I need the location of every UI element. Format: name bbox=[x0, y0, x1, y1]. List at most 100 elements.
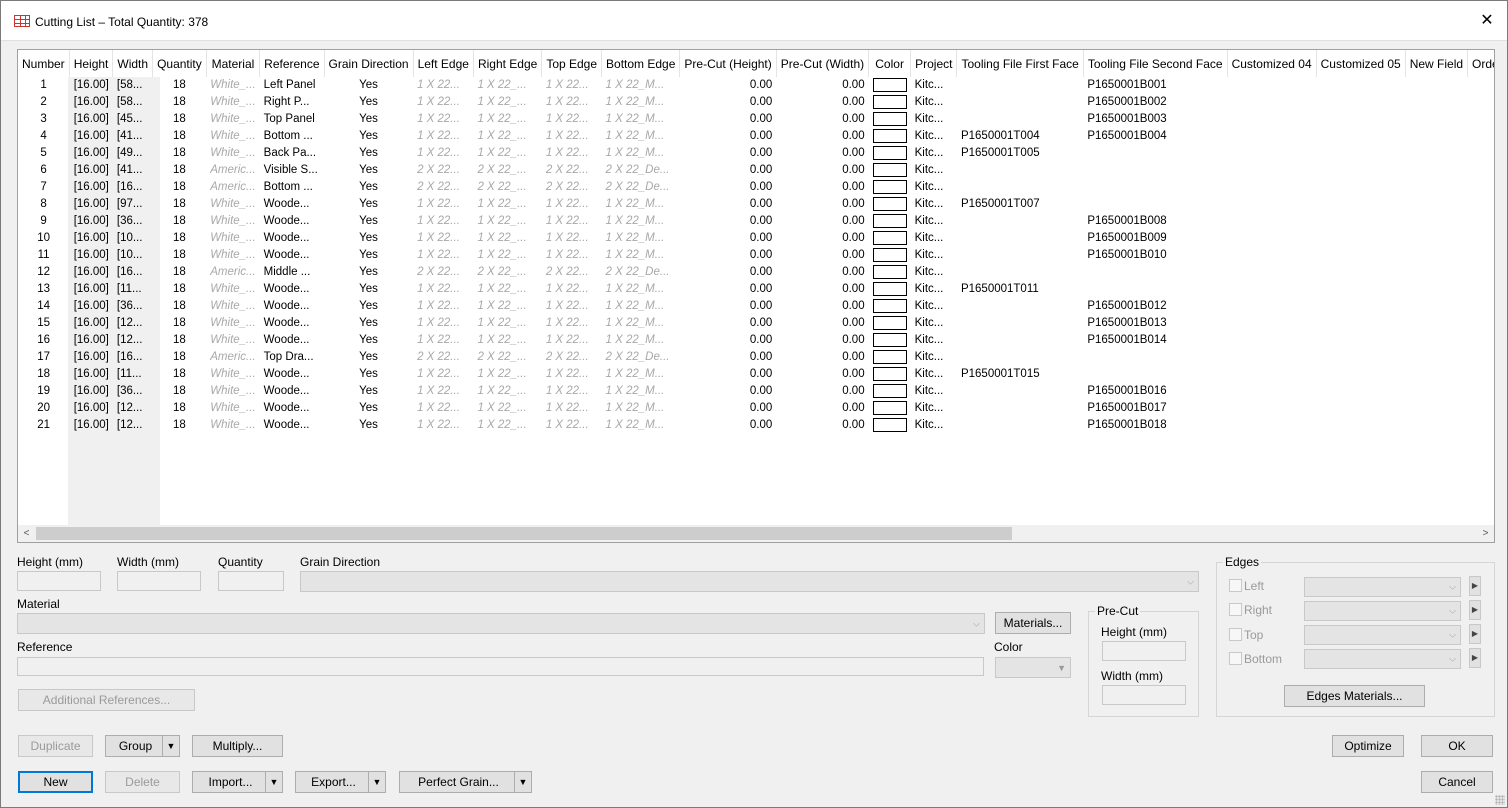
table-cell[interactable] bbox=[1083, 349, 1227, 366]
export-button[interactable]: Export... ▼ bbox=[295, 771, 386, 793]
table-cell[interactable]: 1 X 22_M... bbox=[602, 366, 680, 383]
table-cell[interactable]: White_... bbox=[206, 213, 259, 230]
table-cell[interactable]: [16.00] bbox=[69, 332, 113, 349]
table-cell[interactable] bbox=[869, 366, 911, 383]
edge-right-checkbox[interactable] bbox=[1229, 603, 1242, 616]
table-cell[interactable]: 1 X 22... bbox=[413, 281, 473, 298]
table-cell[interactable]: Kitc... bbox=[911, 94, 957, 111]
table-cell[interactable]: 18 bbox=[153, 264, 207, 281]
table-cell[interactable] bbox=[1227, 162, 1316, 179]
table-cell[interactable] bbox=[1227, 111, 1316, 128]
table-cell[interactable] bbox=[1316, 94, 1405, 111]
table-cell[interactable]: 0.00 bbox=[680, 128, 776, 145]
color-swatch[interactable] bbox=[872, 298, 907, 313]
table-cell[interactable]: Americ... bbox=[206, 349, 259, 366]
table-cell[interactable]: 13 bbox=[18, 281, 69, 298]
color-swatch[interactable] bbox=[872, 94, 907, 109]
table-cell[interactable]: Woode... bbox=[260, 400, 324, 417]
table-cell[interactable]: Yes bbox=[324, 179, 413, 196]
table-cell[interactable] bbox=[1227, 315, 1316, 332]
table-cell[interactable]: [41... bbox=[113, 162, 153, 179]
table-cell[interactable]: P1650001B002 bbox=[1083, 94, 1227, 111]
table-cell[interactable] bbox=[957, 247, 1083, 264]
table-cell[interactable]: [16.00] bbox=[69, 349, 113, 366]
table-cell[interactable]: 6 bbox=[18, 162, 69, 179]
table-cell[interactable] bbox=[1083, 281, 1227, 298]
table-cell[interactable] bbox=[957, 230, 1083, 247]
table-cell[interactable] bbox=[1316, 162, 1405, 179]
group-button[interactable]: Group ▼ bbox=[105, 735, 180, 757]
table-cell[interactable]: 0.00 bbox=[680, 298, 776, 315]
perfect-grain-button[interactable]: Perfect Grain... ▼ bbox=[399, 771, 532, 793]
table-cell[interactable] bbox=[1227, 128, 1316, 145]
table-cell[interactable]: 1 X 22... bbox=[542, 400, 602, 417]
table-cell[interactable] bbox=[1227, 94, 1316, 111]
table-cell[interactable] bbox=[957, 77, 1083, 94]
table-cell[interactable]: P1650001B009 bbox=[1083, 230, 1227, 247]
table-cell[interactable]: [16.00] bbox=[69, 230, 113, 247]
column-header[interactable]: Pre-Cut (Height) bbox=[679, 50, 777, 77]
column-header[interactable]: Bottom Edge bbox=[601, 50, 681, 77]
table-cell[interactable] bbox=[1227, 247, 1316, 264]
table-cell[interactable]: 1 X 22... bbox=[413, 417, 473, 434]
table-cell[interactable]: [16... bbox=[113, 179, 153, 196]
table-cell[interactable]: 2 X 22... bbox=[413, 162, 473, 179]
table-cell[interactable]: Visible S... bbox=[260, 162, 324, 179]
table-cell[interactable]: 1 X 22... bbox=[542, 111, 602, 128]
resize-grip-icon[interactable] bbox=[1495, 795, 1505, 805]
table-cell[interactable] bbox=[869, 332, 911, 349]
table-cell[interactable] bbox=[1468, 179, 1494, 196]
column-header[interactable]: Order Name bbox=[1467, 50, 1494, 77]
table-cell[interactable]: 18 bbox=[153, 213, 207, 230]
table-row[interactable]: 19 [16.00] [36... 18 White_... Woode... Yes 1 X… bbox=[18, 383, 1494, 400]
table-cell[interactable]: 0.00 bbox=[680, 111, 776, 128]
table-row[interactable]: 12 [16.00] [16... 18 Americ... Middle ... Yes 2… bbox=[18, 264, 1494, 281]
color-swatch[interactable] bbox=[872, 213, 907, 228]
table-row[interactable]: 5 [16.00] [49... 18 White_... Back Pa... Yes 1 … bbox=[18, 145, 1494, 162]
table-row[interactable]: 17 [16.00] [16... 18 Americ... Top Dra... Yes 2… bbox=[18, 349, 1494, 366]
edge-bottom-expand-icon[interactable]: ▶ bbox=[1469, 648, 1481, 668]
import-button[interactable]: Import... ▼ bbox=[192, 771, 283, 793]
table-cell[interactable]: White_... bbox=[206, 281, 259, 298]
precut-height-input[interactable] bbox=[1102, 641, 1186, 661]
color-swatch[interactable] bbox=[872, 77, 907, 92]
table-cell[interactable] bbox=[869, 179, 911, 196]
table-cell[interactable] bbox=[1405, 111, 1467, 128]
edge-bottom-checkbox[interactable] bbox=[1229, 652, 1242, 665]
import-dropdown-icon[interactable]: ▼ bbox=[265, 772, 282, 792]
edge-top-select[interactable]: ⌵ bbox=[1304, 625, 1461, 645]
table-cell[interactable]: 1 X 22... bbox=[542, 417, 602, 434]
table-cell[interactable]: 0.00 bbox=[776, 264, 868, 281]
table-cell[interactable]: Yes bbox=[324, 281, 413, 298]
table-cell[interactable] bbox=[1316, 298, 1405, 315]
table-cell[interactable]: White_... bbox=[206, 145, 259, 162]
color-swatch[interactable] bbox=[872, 145, 907, 160]
table-cell[interactable] bbox=[1316, 179, 1405, 196]
table-cell[interactable] bbox=[1083, 366, 1227, 383]
table-cell[interactable]: 0.00 bbox=[680, 264, 776, 281]
table-cell[interactable] bbox=[957, 94, 1083, 111]
table-cell[interactable]: [36... bbox=[113, 213, 153, 230]
table-cell[interactable]: Woode... bbox=[260, 298, 324, 315]
table-cell[interactable]: 0.00 bbox=[776, 417, 868, 434]
table-cell[interactable]: 18 bbox=[18, 366, 69, 383]
table-cell[interactable]: P1650001T004 bbox=[957, 128, 1083, 145]
edges-materials-button[interactable]: Edges Materials... bbox=[1284, 685, 1425, 707]
table-cell[interactable] bbox=[957, 332, 1083, 349]
table-row[interactable]: 16 [16.00] [12... 18 White_... Woode... Yes 1 X… bbox=[18, 332, 1494, 349]
table-cell[interactable] bbox=[869, 213, 911, 230]
table-cell[interactable]: 1 X 22... bbox=[413, 111, 473, 128]
table-cell[interactable] bbox=[1227, 383, 1316, 400]
table-cell[interactable]: P1650001B004 bbox=[1083, 128, 1227, 145]
table-cell[interactable] bbox=[869, 94, 911, 111]
table-cell[interactable]: Woode... bbox=[260, 315, 324, 332]
table-cell[interactable] bbox=[869, 162, 911, 179]
table-cell[interactable]: [16.00] bbox=[69, 179, 113, 196]
table-cell[interactable]: [16.00] bbox=[69, 298, 113, 315]
table-cell[interactable]: Kitc... bbox=[911, 417, 957, 434]
table-cell[interactable] bbox=[869, 417, 911, 434]
table-cell[interactable] bbox=[1405, 213, 1467, 230]
table-cell[interactable] bbox=[1468, 145, 1494, 162]
table-cell[interactable]: Kitc... bbox=[911, 400, 957, 417]
group-dropdown-icon[interactable]: ▼ bbox=[162, 736, 179, 756]
